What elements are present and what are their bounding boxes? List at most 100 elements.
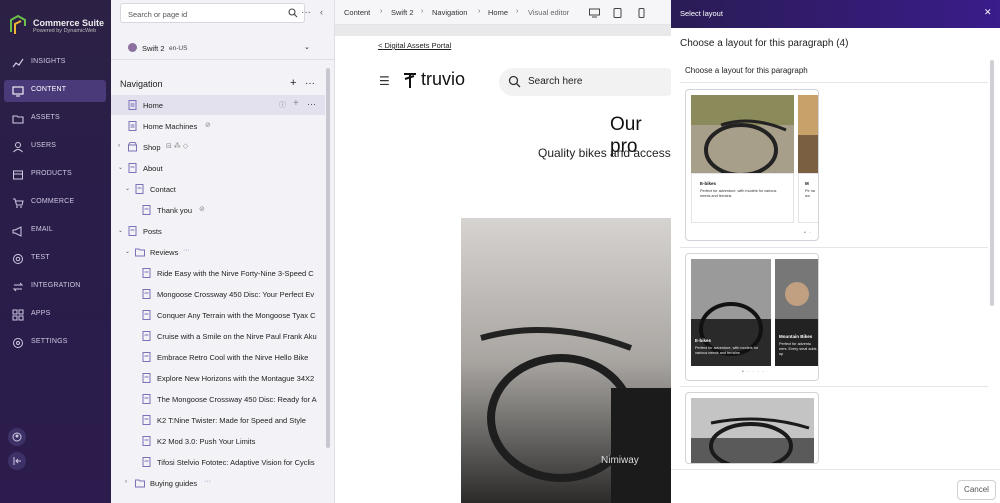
tree-row-post[interactable]: K2 Mod 3.0: Push Your Limits [111,431,325,451]
tree-row-home-machines[interactable]: Home Machines ⊘ [111,116,325,136]
tree-row-reviews[interactable]: ⌄ Reviews ··· [111,242,325,262]
page-preview: < Digital Assets Portal ☰ truvio Search … [335,36,671,503]
add-page-icon[interactable]: + [290,77,296,89]
tree-row-label: Conquer Any Terrain with the Mongoose Ty… [157,311,316,320]
tree-row-contact[interactable]: ⌄ Contact [111,179,325,199]
nav-settings-label: SETTINGS [31,338,68,345]
commerce-suite-logo-icon [10,14,26,34]
carousel-dots: • · [804,230,812,236]
crumb-home[interactable]: Home [488,8,508,17]
tree-row-post[interactable]: The Mongoose Crossway 450 Disc: Ready fo… [111,389,325,409]
mobile-icon[interactable] [637,8,646,18]
crumb-content[interactable]: Content [344,8,370,17]
us-flag-icon [128,43,137,52]
chevron-right-icon[interactable]: › [118,143,120,149]
nav-commerce-label: COMMERCE [31,198,75,205]
bike-hero-image: Nimiway [461,218,671,503]
collapse-sidebar-button[interactable] [8,452,26,470]
cancel-button[interactable]: Cancel [957,480,996,500]
row-more-icon[interactable]: ··· [183,247,190,254]
bike-thumbnail-image [691,95,794,173]
chevron-down-icon[interactable]: ⌄ [118,227,123,234]
page-icon [128,226,137,236]
desktop-icon[interactable] [589,8,600,18]
bike-thumbnail-image [798,95,818,173]
tablet-icon[interactable] [613,8,622,18]
site-name: Swift 2 [142,44,165,53]
page-icon [142,457,151,467]
menu-icon[interactable]: ☰ [379,74,390,88]
page-icon [142,205,151,215]
nav-integration[interactable]: INTEGRATION [4,276,106,298]
tree-row-posts[interactable]: ⌄ Posts [111,221,325,241]
nav-apps[interactable]: APPS [4,304,106,326]
crumb-site[interactable]: Swift 2 [391,8,414,17]
preview-search[interactable]: Search here [499,68,671,96]
page-icon [128,121,137,131]
digital-assets-portal-link[interactable]: < Digital Assets Portal [378,41,451,50]
tree-row-post[interactable]: Conquer Any Terrain with the Mongoose Ty… [111,305,325,325]
nav-commerce[interactable]: COMMERCE [4,192,106,214]
tree-row-about[interactable]: ⌄ About [111,158,325,178]
page-icon [142,436,151,446]
tree-row-thank-you[interactable]: Thank you ⊘ [111,200,325,220]
nav-assets[interactable]: ASSETS [4,108,106,130]
dialog-scrollbar[interactable] [990,60,994,306]
nav-settings[interactable]: SETTINGS [4,332,106,354]
collapse-panel-icon[interactable]: ‹ [320,7,323,17]
tree-row-post[interactable]: Embrace Retro Cool with the Nirve Hello … [111,347,325,367]
nav-content[interactable]: CONTENT [4,80,106,102]
add-child-icon[interactable]: + [293,98,299,109]
tree-row-label: Contact [150,185,176,194]
cart-icon [13,198,24,208]
dialog-footer: Cancel [671,469,1000,503]
nav-products[interactable]: PRODUCTS [4,164,106,186]
row-more-icon[interactable]: ··· [307,99,316,109]
tree-row-post[interactable]: Mongoose Crossway 450 Disc: Your Perfect… [111,284,325,304]
card-desc: Perfect for adventure, with models for v… [695,346,759,355]
tree-row-post[interactable]: K2 T:Nine Twister: Made for Speed and St… [111,410,325,430]
card-title: M [805,181,809,186]
tree-row-post[interactable]: Explore New Horizons with the Montague 3… [111,368,325,388]
close-icon[interactable]: ✕ [984,7,992,18]
tree-row-post[interactable]: Tifosi Stelvio Fototec: Adaptive Vision … [111,452,325,472]
layout-option-3[interactable] [685,392,819,464]
page-icon [142,394,151,404]
navigation-more-icon[interactable]: ··· [305,78,315,89]
tree-row-home[interactable]: Home ⓘ + ··· [111,95,325,115]
dialog-header: Select layout ✕ [671,0,1000,28]
tree-row-label: Explore New Horizons with the Montague 3… [157,374,315,383]
tree-row-label: Home Machines [143,122,198,131]
nav-insights[interactable]: INSIGHTS [4,52,106,74]
nav-email[interactable]: EMAIL [4,220,106,242]
tree-scrollbar[interactable] [326,68,330,448]
layout-option-1[interactable]: E-bikes Perfect for adventure, with mode… [685,89,819,241]
chevron-down-icon[interactable]: ⌄ [125,185,130,192]
page-icon [142,331,151,341]
crumb-visual-editor: Visual editor [528,8,570,17]
chevron-right-icon: › [421,8,424,15]
site-selector[interactable]: Swift 2 en-US ⌄ [111,34,335,60]
nav-users[interactable]: USERS [4,136,106,158]
tree-row-buying-guides[interactable]: › Buying guides ··· [111,473,325,493]
brand[interactable]: Commerce Suite Powered by DynamicWeb [7,12,107,42]
info-icon[interactable]: ⓘ [279,100,286,110]
tree-row-post[interactable]: Cruise with a Smile on the Nirve Paul Fr… [111,326,325,346]
row-more-icon[interactable]: ··· [204,478,211,485]
chevron-down-icon[interactable]: ⌄ [125,248,130,255]
nav-test[interactable]: TEST [4,248,106,270]
crumb-navigation[interactable]: Navigation [432,8,467,17]
layout-option-2[interactable]: E-bikes Perfect for adventure, with mode… [685,253,819,381]
truvio-logo[interactable]: truvio [402,69,465,90]
nav-test-label: TEST [31,254,50,261]
chevron-down-icon[interactable]: ⌄ [118,164,123,171]
more-options-icon[interactable]: ··· [301,7,311,18]
bike-thumbnail-image [691,398,814,463]
tree-row-shop[interactable]: › Shop ⊟ ⁂ ◇ [111,137,325,157]
site-locale: en-US [169,45,188,52]
tree-search[interactable]: Search or page id [120,3,305,23]
tree-row-label: Mongoose Crossway 450 Disc: Your Perfect… [157,290,315,299]
profile-button[interactable] [8,428,26,446]
chevron-right-icon[interactable]: › [125,479,127,485]
tree-row-post[interactable]: Ride Easy with the Nirve Forty-Nine 3-Sp… [111,263,325,283]
